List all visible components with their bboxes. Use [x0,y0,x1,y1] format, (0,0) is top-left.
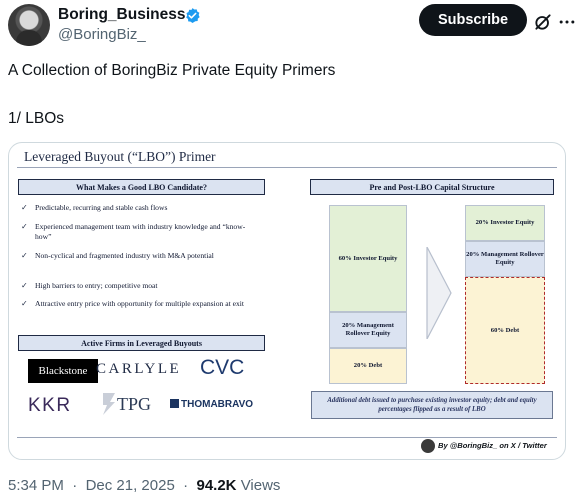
slide-title: Leveraged Buyout (“LBO”) Primer [24,149,216,164]
tpg-logo: TPG [117,394,152,414]
handle[interactable]: @BoringBiz_ [58,26,146,43]
separator: · [178,477,193,494]
capital-structure-header: Pre and Post-LBO Capital Structure [310,179,554,195]
check-icon: ✓ [21,281,28,290]
criterion-item: ✓ High barriers to entry; competitive mo… [21,281,158,290]
thomabravo-logo: THOMABRAVO [170,399,253,410]
criterion-item: ✓ Experienced management team with indus… [21,222,246,241]
separator: · [68,477,82,494]
subscribe-button[interactable]: Subscribe [419,4,527,36]
capital-segment: 20% Debt [329,348,407,384]
credit-text: By @BoringBiz_ on X / Twitter [438,441,547,450]
capital-segment: 20% Management Rollover Equity [329,312,407,348]
carlyle-logo: CARLYLE [96,361,182,377]
cvc-logo: CVC [200,356,245,379]
tweet-date[interactable]: Dec 21, 2025 [86,477,175,494]
tweet-header: Boring_Business @BoringBiz_ Subscribe [8,4,575,48]
capital-segment: 20% Investor Equity [465,205,545,241]
tweet-media-image[interactable]: Leveraged Buyout (“LBO”) Primer What Mak… [8,142,566,460]
avatar[interactable] [8,4,50,46]
criterion-item: ✓ Attractive entry price with opportunit… [21,299,244,308]
lbo-primer-slide: Leveraged Buyout (“LBO”) Primer What Mak… [9,143,565,459]
tweet-meta: 5:34 PM · Dec 21, 2025 · 94.2K Views [8,477,280,494]
criterion-item: ✓ Predictable, recurring and stable cash… [21,203,168,212]
firms-header: Active Firms in Leveraged Buyouts [18,335,265,351]
check-icon: ✓ [21,203,28,212]
check-icon: ✓ [21,222,28,231]
display-name[interactable]: Boring_Business [58,6,185,24]
views-count: 94.2K [196,477,237,494]
blackstone-logo: Blackstone [28,359,98,383]
kkr-logo: KKR [28,395,72,416]
candidate-header: What Makes a Good LBO Candidate? [18,179,265,195]
credit-avatar [421,439,435,453]
capital-structure-note: Additional debt issued to purchase exist… [311,391,553,419]
check-icon: ✓ [21,251,28,260]
tweet-time[interactable]: 5:34 PM [8,477,64,494]
title-divider [17,167,557,168]
views-label: Views [240,477,281,494]
more-icon[interactable] [557,12,575,32]
tpg-mark-icon [103,393,115,415]
grok-icon[interactable] [533,12,553,32]
transition-arrow-icon [426,247,452,339]
capital-segment: 60% Investor Equity [329,205,407,312]
check-icon: ✓ [21,299,28,308]
capital-segment: 60% Debt [465,277,545,384]
tweet-text-line: 1/ LBOs [8,110,64,127]
tweet-text-line: A Collection of BoringBiz Private Equity… [8,62,336,79]
capital-segment: 20% Management Rollover Equity [465,241,545,277]
criterion-item: ✓ Non-cyclical and fragmented industry w… [21,251,214,260]
verified-badge-icon[interactable] [184,7,201,24]
